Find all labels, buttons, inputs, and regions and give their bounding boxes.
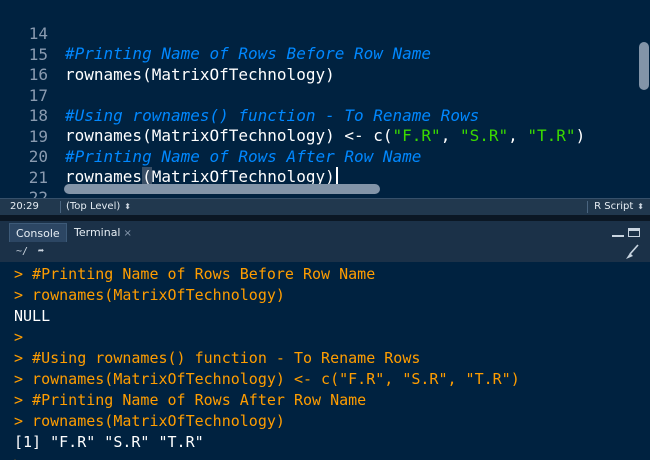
code-line-14[interactable]: 14 #Printing Name of Rows Before Row Nam… bbox=[0, 4, 640, 63]
console-output[interactable]: > #Printing Name of Rows Before Row Name… bbox=[0, 262, 650, 460]
code-line-21[interactable]: 21 bbox=[0, 148, 640, 187]
console-tab-bar: Console Terminal × bbox=[0, 221, 650, 243]
console-line: > #Printing Name of Rows After Row Name bbox=[14, 391, 367, 409]
console-line: > bbox=[14, 328, 24, 346]
source-editor[interactable]: 14 #Printing Name of Rows Before Row Nam… bbox=[0, 0, 650, 198]
console-line: [1] "F.R" "S.R" "T.R" bbox=[14, 433, 204, 451]
console-prompt[interactable]: > bbox=[14, 453, 23, 460]
code-line-19[interactable]: 19 #Printing Name of Rows After Row Name bbox=[0, 107, 640, 166]
maximize-pane-icon[interactable] bbox=[628, 228, 640, 237]
cursor-position: 20:29 bbox=[10, 201, 39, 212]
working-directory: ~/ bbox=[16, 246, 29, 257]
console-line: > rownames(MatrixOfTechnology) bbox=[14, 412, 285, 430]
scope-label: (Top Level) bbox=[66, 201, 121, 212]
status-divider bbox=[60, 201, 61, 213]
file-type-selector[interactable]: R Script ⬍ bbox=[594, 201, 644, 212]
console-line: > #Printing Name of Rows Before Row Name bbox=[14, 265, 376, 283]
editor-vertical-scrollbar[interactable] bbox=[639, 42, 649, 90]
code-line-17[interactable]: 17 #Using rownames() function - To Renam… bbox=[0, 66, 640, 125]
editor-horizontal-scrollbar[interactable] bbox=[64, 184, 380, 194]
console-line: > #Using rownames() function - To Rename… bbox=[14, 349, 421, 367]
file-type-label: R Script bbox=[594, 201, 634, 212]
tab-label: Console bbox=[16, 227, 60, 240]
line-number: 22 bbox=[28, 188, 48, 198]
clear-console-icon[interactable] bbox=[624, 244, 640, 260]
chevron-updown-icon: ⬍ bbox=[637, 202, 644, 211]
console-toolbar: ~/ ➦ bbox=[0, 242, 650, 262]
code-line-15[interactable]: 15 rownames(MatrixOfTechnology) bbox=[0, 25, 640, 84]
code-line-18[interactable]: 18 rownames(MatrixOfTechnology) <- c("F.… bbox=[0, 86, 640, 145]
editor-status-bar: 20:29 (Top Level) ⬍ R Script ⬍ bbox=[0, 198, 650, 215]
close-icon[interactable]: × bbox=[124, 228, 132, 239]
scope-selector[interactable]: (Top Level) ⬍ bbox=[66, 201, 131, 212]
console-line: > rownames(MatrixOfTechnology) <- c("F.R… bbox=[14, 370, 520, 388]
tab-label: Terminal bbox=[74, 226, 121, 239]
minimize-pane-icon[interactable] bbox=[612, 228, 624, 237]
tab-console[interactable]: Console bbox=[9, 223, 67, 243]
go-to-directory-icon[interactable]: ➦ bbox=[38, 246, 44, 257]
chevron-updown-icon: ⬍ bbox=[124, 202, 131, 211]
code-line-20[interactable]: 20 rownames(MatrixOfTechnology) bbox=[0, 127, 640, 186]
status-divider bbox=[587, 201, 588, 213]
tab-terminal[interactable]: Terminal × bbox=[68, 223, 138, 242]
console-line: NULL bbox=[14, 307, 51, 325]
console-line: > rownames(MatrixOfTechnology) bbox=[14, 286, 285, 304]
code-line-16[interactable]: 16 bbox=[0, 45, 640, 84]
